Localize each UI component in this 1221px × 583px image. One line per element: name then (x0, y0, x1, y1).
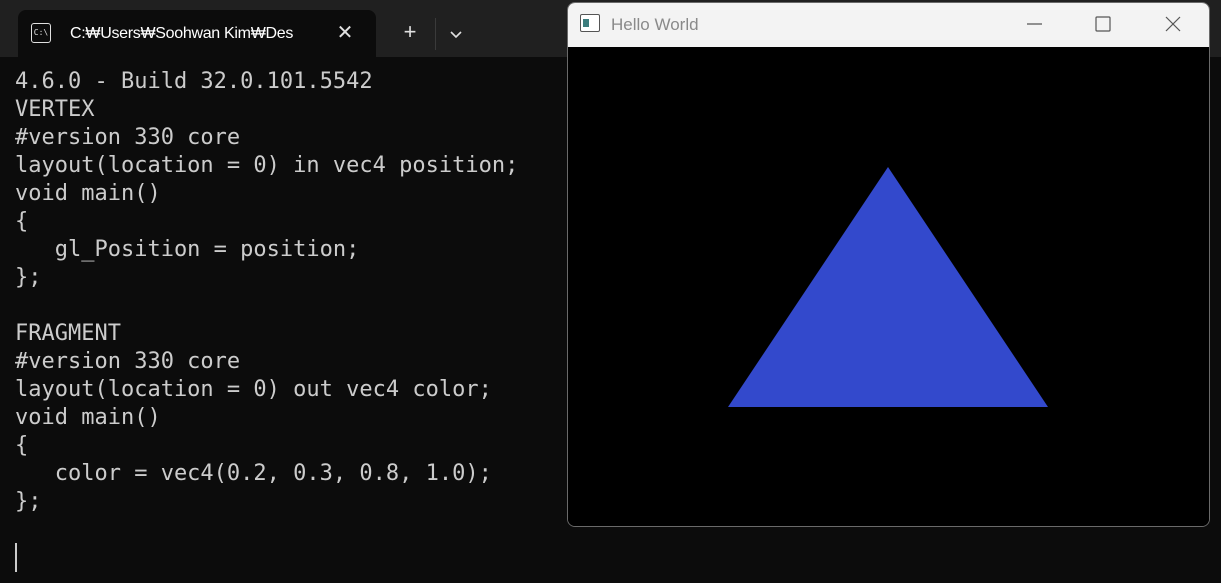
terminal-line: }; (15, 489, 42, 514)
window-title: Hello World (611, 15, 699, 34)
terminal-line: { (15, 433, 29, 458)
terminal-line: #version 330 core (15, 125, 241, 150)
app-window-icon (580, 14, 600, 32)
gl-render-canvas (568, 47, 1209, 526)
new-tab-button[interactable]: + (394, 18, 426, 48)
terminal-line: #version 330 core (15, 349, 241, 374)
close-icon (1165, 16, 1181, 32)
terminal-line: { (15, 209, 29, 234)
tab-dropdown-button[interactable] (442, 20, 470, 48)
hello-world-window[interactable]: Hello World (567, 2, 1210, 527)
terminal-line: color = vec4(0.2, 0.3, 0.8, 1.0); (15, 461, 492, 486)
render-surface (728, 167, 1048, 407)
close-window-button[interactable] (1150, 3, 1196, 47)
terminal-line: FRAGMENT (15, 321, 121, 346)
terminal-line: }; (15, 265, 42, 290)
terminal-tab[interactable]: C:\ C:₩Users₩Soohwan Kim₩Des ✕ (18, 10, 376, 57)
close-tab-icon[interactable]: ✕ (334, 22, 356, 44)
minimize-icon (1027, 23, 1042, 25)
tab-divider (435, 18, 436, 50)
terminal-line: void main() (15, 181, 161, 206)
command-prompt-icon: C:\ (31, 23, 51, 43)
blue-triangle (728, 167, 1048, 407)
terminal-line: layout(location = 0) in vec4 position; (15, 153, 519, 178)
window-titlebar[interactable]: Hello World (568, 3, 1209, 47)
chevron-down-icon (450, 31, 462, 39)
terminal-line: void main() (15, 405, 161, 430)
terminal-line: 4.6.0 - Build 32.0.101.5542 (15, 69, 373, 94)
terminal-line: layout(location = 0) out vec4 color; (15, 377, 492, 402)
minimize-button[interactable] (1011, 3, 1057, 47)
terminal-line: VERTEX (15, 97, 95, 122)
terminal-line: gl_Position = position; (15, 237, 360, 262)
text-cursor (15, 543, 17, 572)
terminal-output[interactable]: 4.6.0 - Build 32.0.101.5542 VERTEX #versio… (15, 68, 575, 538)
maximize-icon (1095, 16, 1111, 32)
maximize-button[interactable] (1079, 3, 1125, 47)
tab-title: C:₩Users₩Soohwan Kim₩Des (70, 25, 294, 42)
